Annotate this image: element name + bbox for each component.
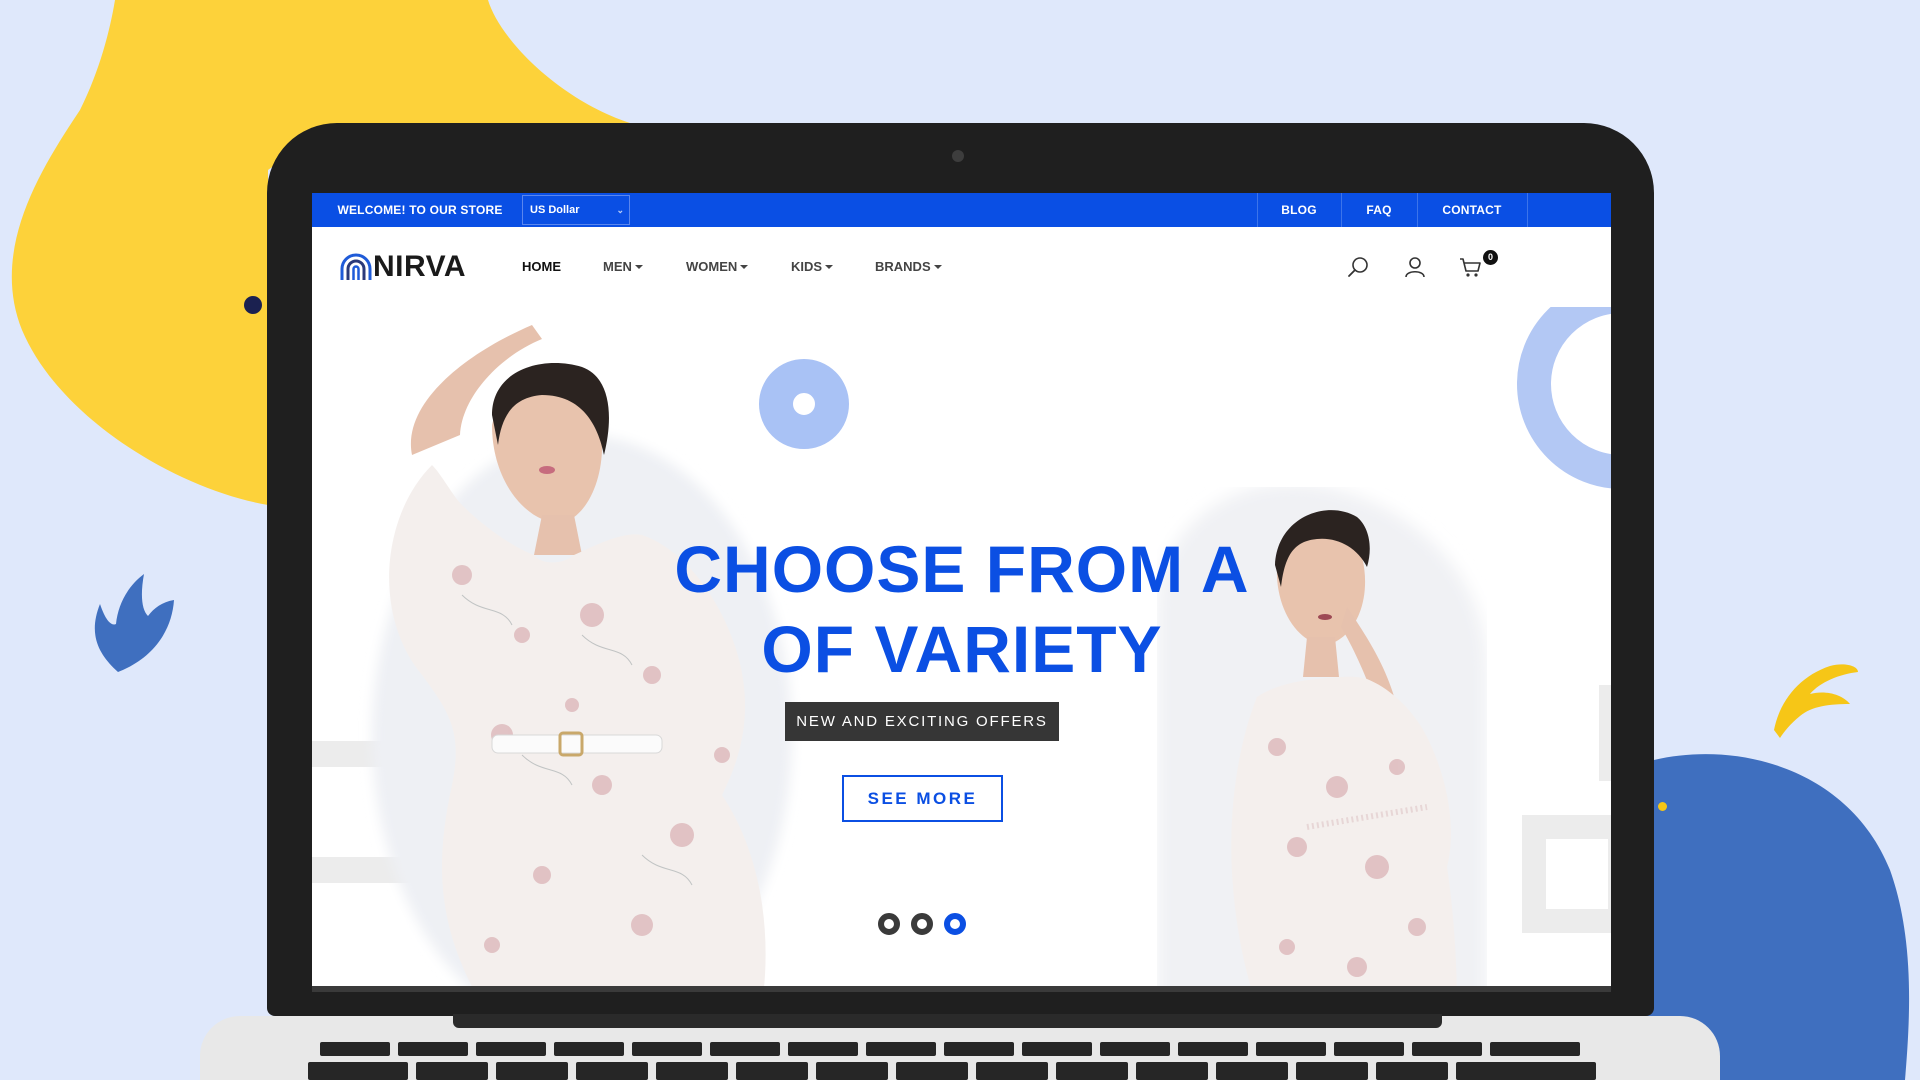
hero-headline-line: OF VARIETY bbox=[761, 612, 1163, 686]
main-navigation: NIRVA HOME MEN WOMEN KIDS BRANDS 0 bbox=[312, 227, 1611, 307]
nav-item-women[interactable]: WOMEN bbox=[686, 254, 749, 280]
user-icon[interactable] bbox=[1403, 255, 1427, 279]
yellow-dot-decoration bbox=[1658, 802, 1667, 811]
slider-dot-3-active[interactable] bbox=[944, 913, 966, 935]
caret-down-icon bbox=[933, 264, 942, 269]
hero-slider: CHOOSE FROM A OF VARIETY NEW AND EXCITIN… bbox=[312, 307, 1611, 992]
laptop-keyboard bbox=[308, 1042, 1596, 1080]
faq-link[interactable]: FAQ bbox=[1341, 193, 1417, 227]
laptop-screen: WELCOME! TO OUR STORE US Dollar ⌄ BLOG F… bbox=[312, 193, 1611, 992]
screen-bottom-edge bbox=[312, 986, 1611, 992]
slider-dot-1[interactable] bbox=[878, 913, 900, 935]
nav-item-label: WOMEN bbox=[686, 259, 738, 274]
square-decoration bbox=[1599, 685, 1611, 781]
nav-item-brands[interactable]: BRANDS bbox=[875, 254, 942, 280]
search-icon[interactable] bbox=[1347, 255, 1371, 279]
laptop-webcam bbox=[952, 150, 964, 162]
site-logo[interactable]: NIRVA bbox=[340, 249, 466, 285]
slider-dot-2[interactable] bbox=[911, 913, 933, 935]
contact-link[interactable]: CONTACT bbox=[1417, 193, 1527, 227]
currency-value: US Dollar bbox=[530, 204, 580, 216]
caret-down-icon bbox=[740, 264, 749, 269]
blog-link[interactable]: BLOG bbox=[1257, 193, 1341, 227]
chevron-down-icon: ⌄ bbox=[616, 205, 624, 215]
nav-item-men[interactable]: MEN bbox=[603, 254, 643, 280]
hero-headline: CHOOSE FROM A OF VARIETY bbox=[562, 529, 1362, 689]
rainbow-logo-icon bbox=[340, 253, 372, 280]
nav-item-kids[interactable]: KIDS bbox=[791, 254, 834, 280]
cart-count-badge: 0 bbox=[1483, 250, 1498, 265]
welcome-message: WELCOME! TO OUR STORE bbox=[337, 203, 503, 217]
navy-dot-decoration bbox=[244, 296, 262, 314]
nav-item-label: BRANDS bbox=[875, 259, 931, 274]
cart-icon[interactable] bbox=[1459, 255, 1483, 279]
offer-badge: NEW AND EXCITING OFFERS bbox=[785, 702, 1059, 741]
blue-leaf-decoration bbox=[94, 574, 174, 672]
laptop-hinge bbox=[453, 1014, 1442, 1028]
ring-decoration bbox=[1517, 307, 1611, 489]
logo-text: NIRVA bbox=[373, 250, 467, 283]
topbar-divider bbox=[1527, 193, 1528, 227]
caret-down-icon bbox=[634, 264, 643, 269]
hero-headline-line: CHOOSE FROM A bbox=[674, 532, 1250, 606]
yellow-sprig-decoration bbox=[1774, 664, 1858, 738]
square-decoration bbox=[1522, 815, 1611, 933]
currency-select[interactable]: US Dollar ⌄ bbox=[522, 195, 630, 225]
see-more-button[interactable]: SEE MORE bbox=[842, 775, 1003, 822]
nav-item-label: HOME bbox=[522, 259, 561, 274]
top-bar: WELCOME! TO OUR STORE US Dollar ⌄ BLOG F… bbox=[312, 193, 1611, 227]
caret-down-icon bbox=[825, 264, 834, 269]
nav-item-label: MEN bbox=[603, 259, 632, 274]
nav-item-label: KIDS bbox=[791, 259, 823, 274]
nav-item-home[interactable]: HOME bbox=[522, 254, 561, 280]
